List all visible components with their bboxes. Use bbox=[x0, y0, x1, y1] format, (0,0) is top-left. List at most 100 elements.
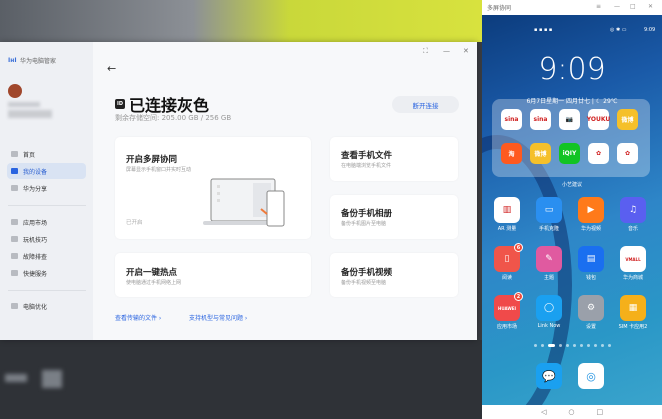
status-icons: ◎ ✱ ▭ bbox=[610, 27, 627, 33]
app-8[interactable]: VMALL 华为商城 bbox=[613, 246, 653, 281]
folder-app-icon[interactable]: 淘 bbox=[501, 143, 522, 164]
sidebar-item-huawei-share[interactable]: 华为分享 bbox=[7, 180, 86, 196]
sidebar-item-tips[interactable]: 玩机技巧 bbox=[7, 231, 86, 247]
folder-app-icon[interactable]: ✿ bbox=[617, 143, 638, 164]
app-5[interactable]: ▯ 6 阅读 bbox=[487, 243, 527, 281]
card-subtitle: 在电脑端浏览手机文件 bbox=[341, 163, 392, 169]
app-4[interactable]: ♫ 音乐 bbox=[613, 197, 653, 232]
notification-badge: 2 bbox=[514, 292, 523, 301]
card-title: 备份手机视频 bbox=[341, 268, 393, 278]
home-nav-button[interactable]: ○ bbox=[568, 408, 574, 416]
sidebar-item-label: 华为分享 bbox=[23, 185, 48, 193]
view-transferred-files-link[interactable]: 查看传输的文件 › bbox=[115, 313, 161, 322]
phone-nav-bar: ◁ ○ □ bbox=[482, 405, 662, 419]
account-name-blurred bbox=[8, 102, 40, 107]
back-nav-button[interactable]: ◁ bbox=[541, 408, 546, 416]
app-name: 华为电脑管家 bbox=[20, 58, 57, 65]
suggestion-folder[interactable]: sina sina 📷 YOUKU 微博淘微博 iQIY ✿ ✿ bbox=[492, 99, 650, 177]
home-icon bbox=[11, 151, 18, 157]
account-id-blurred bbox=[8, 110, 52, 118]
app-icon: ⚙ bbox=[578, 295, 604, 321]
folder-app-icon[interactable]: sina bbox=[530, 109, 551, 130]
card-title: 开启多屏协同 bbox=[126, 155, 178, 165]
app-store-icon bbox=[11, 219, 18, 225]
close-button[interactable]: ✕ bbox=[463, 47, 469, 55]
close-button[interactable]: ✕ bbox=[648, 3, 653, 10]
app-logo-icon: IнI bbox=[8, 57, 17, 64]
desktop-background-bottom bbox=[0, 340, 482, 419]
app-glyph: ▤ bbox=[586, 254, 596, 264]
app-7[interactable]: ▤ 钱包 bbox=[571, 246, 611, 281]
sidebar-item-home[interactable]: 首页 bbox=[7, 146, 86, 162]
app-label: 华为商城 bbox=[622, 275, 643, 281]
app-icon: ▦ bbox=[620, 295, 646, 321]
sidebar-item-label: 应用市场 bbox=[23, 219, 48, 227]
app-12[interactable]: ▦ SIM 卡应用2 bbox=[613, 295, 653, 330]
card-subtitle: 备份手机视频至电脑 bbox=[341, 280, 387, 286]
app-6[interactable]: ✎ 主题 bbox=[529, 246, 569, 281]
app-glyph: ✎ bbox=[545, 254, 553, 264]
settings-icon[interactable]: ≡ bbox=[596, 3, 601, 10]
folder-app-icon[interactable]: sina bbox=[501, 109, 522, 130]
app-label: AR 测量 bbox=[497, 226, 517, 232]
app-3[interactable]: ▶ 华为视频 bbox=[571, 197, 611, 232]
folder-app-icon[interactable]: iQIY bbox=[559, 143, 580, 164]
sidebar-item-quick-service[interactable]: 快捷服务 bbox=[7, 265, 86, 281]
service-icon bbox=[11, 270, 18, 276]
card-subtitle: 使电脑通过手机网络上网 bbox=[126, 280, 182, 286]
clock-widget[interactable]: 9:09 bbox=[482, 52, 662, 87]
folder-app-icon[interactable]: 📷 bbox=[559, 109, 580, 130]
divider bbox=[8, 290, 86, 291]
phone-screen[interactable]: ▪ ▪ ▪ ▪ ◎ ✱ ▭ 9:09 9:09 6月7日星期一 四月廿七 | ☾… bbox=[482, 15, 662, 405]
app-glyph: ⚙ bbox=[586, 303, 596, 313]
sidebar-item-my-devices[interactable]: 我的设备 bbox=[7, 163, 86, 179]
sidebar-item-label: 首页 bbox=[23, 151, 36, 159]
maximize-button[interactable]: □ bbox=[630, 3, 636, 10]
recent-apps-button[interactable]: □ bbox=[596, 408, 603, 416]
minimize-button[interactable]: — bbox=[443, 47, 450, 55]
app-icon: VMALL bbox=[620, 246, 646, 272]
card-phone-files[interactable]: 查看手机文件 在电脑端浏览手机文件 bbox=[330, 137, 458, 181]
sidebar-item-app-store[interactable]: 应用市场 bbox=[7, 214, 86, 230]
app-11[interactable]: ⚙ 设置 bbox=[571, 295, 611, 330]
app-2[interactable]: ▭ 手机克隆 bbox=[529, 197, 569, 232]
disconnect-button[interactable]: 断开连接 bbox=[392, 96, 459, 113]
dock-browser-icon[interactable]: ◎ bbox=[578, 363, 604, 389]
app-glyph: ♫ bbox=[628, 205, 638, 215]
app-label: 手机克隆 bbox=[538, 226, 559, 232]
card-multi-screen[interactable]: 开启多屏协同 屏幕显示手机窗口并实时互动 已开启 bbox=[115, 137, 311, 239]
app-9[interactable]: HUAWEI 2 应用市场 bbox=[487, 292, 527, 330]
app-icon: ▥ bbox=[494, 197, 520, 223]
avatar[interactable] bbox=[8, 84, 22, 98]
restore-button[interactable]: ⛶ bbox=[423, 47, 428, 56]
card-backup-photos[interactable]: 备份手机相册 备份手机图片至电脑 bbox=[330, 195, 458, 239]
app-title: IнI 华为电脑管家 bbox=[8, 56, 56, 65]
storage-info: 剩余存储空间: 205.00 GB / 256 GB bbox=[115, 114, 232, 122]
folder-app-icon[interactable]: ✿ bbox=[588, 143, 609, 164]
tips-icon bbox=[11, 236, 18, 242]
wrench-icon bbox=[11, 253, 18, 259]
app-icon: ♫ bbox=[620, 197, 646, 223]
folder-label: 小艺建议 bbox=[561, 182, 582, 188]
sidebar-item-optimize[interactable]: 电脑优化 bbox=[7, 298, 86, 314]
app-label: 主题 bbox=[543, 275, 554, 281]
app-icon: HUAWEI 2 bbox=[494, 292, 523, 321]
back-button[interactable]: ← bbox=[107, 62, 116, 75]
status-time: 9:09 bbox=[644, 27, 656, 33]
app-label: 应用市场 bbox=[496, 324, 517, 330]
card-hotspot[interactable]: 开启一键热点 使电脑通过手机网络上网 bbox=[115, 253, 311, 297]
app-10[interactable]: ◯ Link Now bbox=[529, 295, 569, 329]
folder-app-icon[interactable]: 微博 bbox=[530, 143, 551, 164]
card-title: 查看手机文件 bbox=[341, 151, 393, 161]
supported-models-faq-link[interactable]: 支持机型与常见问题 › bbox=[189, 313, 247, 322]
folder-app-icon[interactable]: 微博 bbox=[617, 109, 638, 130]
app-1[interactable]: ▥ AR 测量 bbox=[487, 197, 527, 232]
app-glyph: ▦ bbox=[628, 303, 638, 313]
folder-app-icon[interactable]: YOUKU bbox=[587, 109, 610, 130]
blurred-desktop-icon bbox=[42, 370, 62, 388]
minimize-button[interactable]: — bbox=[614, 3, 620, 10]
card-backup-videos[interactable]: 备份手机视频 备份手机视频至电脑 bbox=[330, 253, 458, 297]
sidebar-item-troubleshoot[interactable]: 故障排查 bbox=[7, 248, 86, 264]
dock-messages-icon[interactable]: 💬 bbox=[536, 363, 562, 389]
desktop-background bbox=[0, 0, 482, 42]
